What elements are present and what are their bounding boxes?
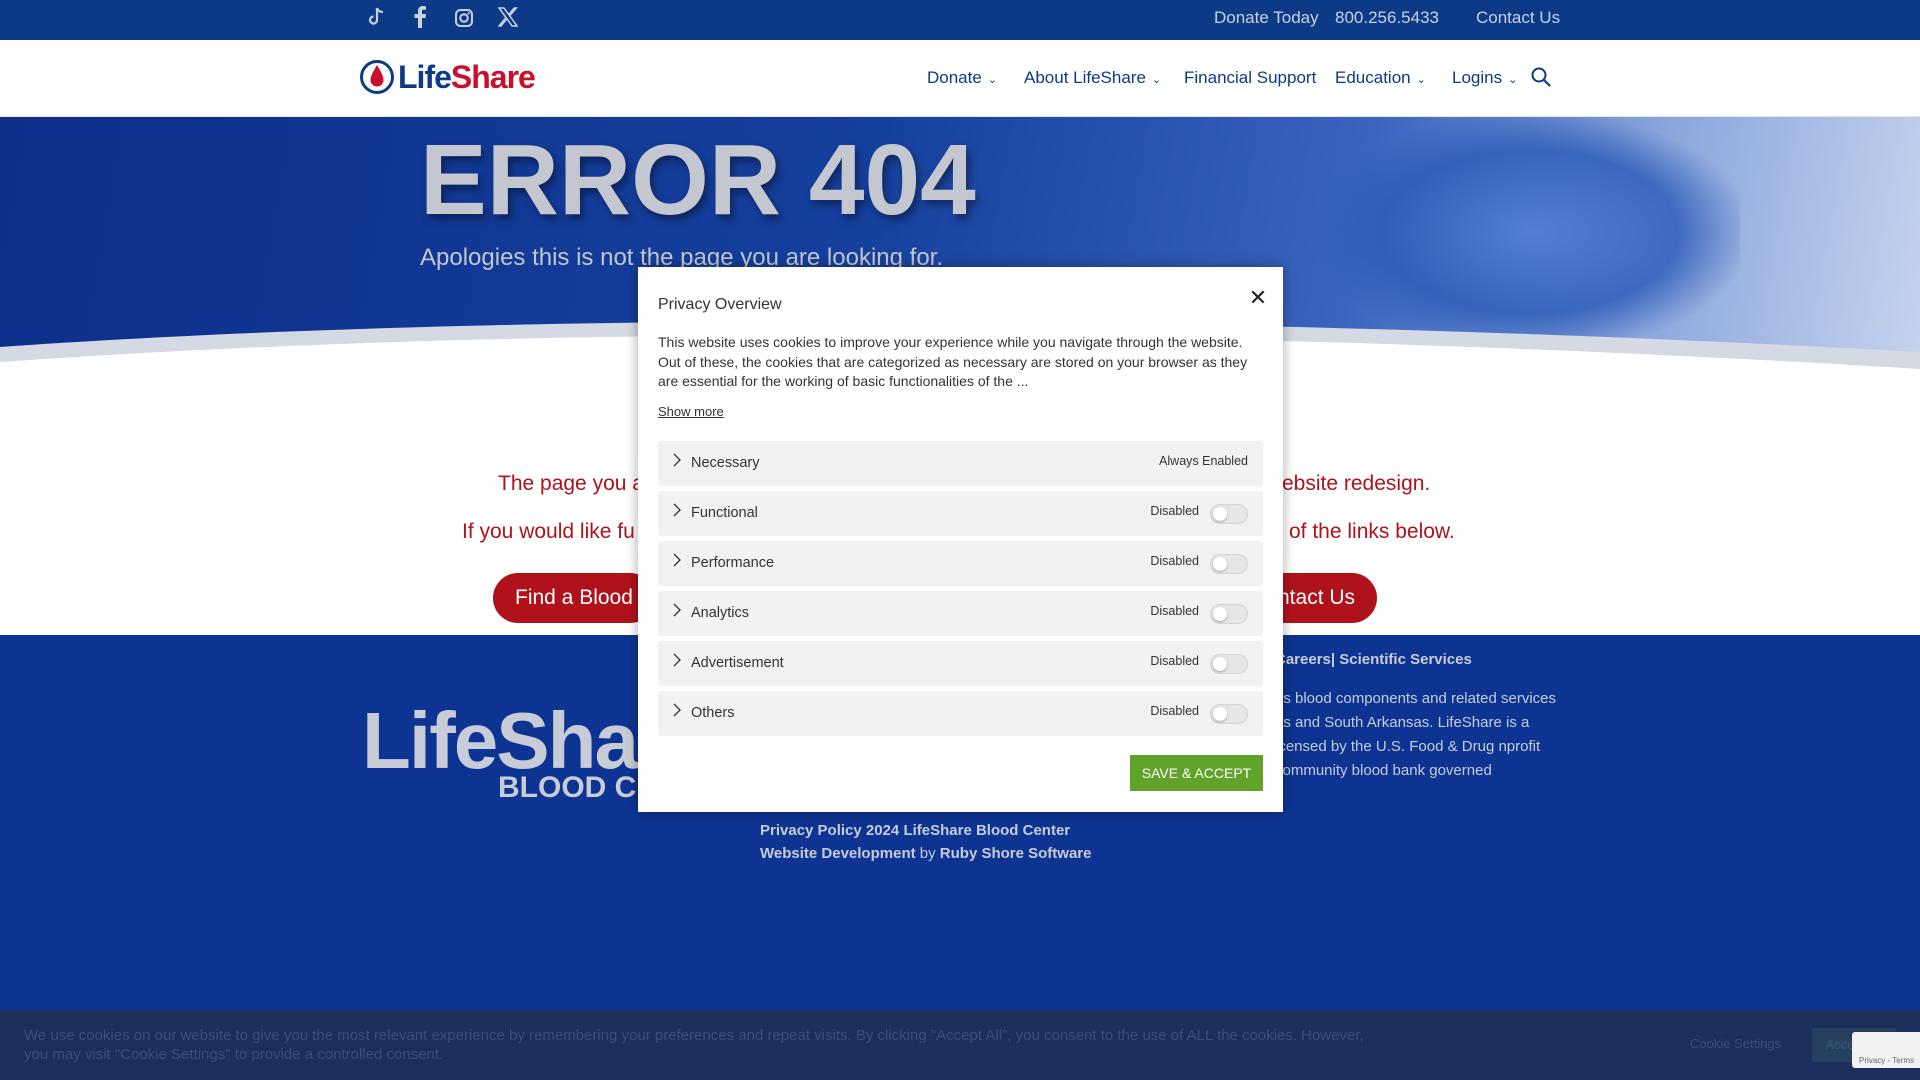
category-status: Disabled — [1150, 504, 1199, 518]
category-status: Disabled — [1150, 704, 1199, 718]
category-status: Disabled — [1150, 654, 1199, 668]
chevron-right-icon — [673, 703, 683, 721]
performance-toggle[interactable] — [1210, 554, 1248, 574]
category-label: Analytics — [691, 605, 750, 621]
chevron-right-icon — [673, 453, 683, 471]
category-advertisement[interactable]: Advertisement Disabled — [658, 641, 1263, 686]
category-label: Performance — [691, 555, 775, 571]
category-label: Advertisement — [691, 655, 784, 671]
chevron-right-icon — [673, 653, 683, 671]
category-label: Functional — [691, 505, 758, 521]
toggle-knob — [1213, 657, 1227, 671]
chevron-right-icon — [673, 603, 683, 621]
category-others[interactable]: Others Disabled — [658, 691, 1263, 736]
category-functional[interactable]: Functional Disabled — [658, 491, 1263, 536]
toggle-knob — [1213, 557, 1227, 571]
chevron-right-icon — [673, 553, 683, 571]
toggle-knob — [1213, 707, 1227, 721]
modal-description: This website uses cookies to improve you… — [658, 334, 1248, 389]
advertisement-toggle[interactable] — [1210, 654, 1248, 674]
others-toggle[interactable] — [1210, 704, 1248, 724]
category-label: Necessary — [691, 455, 760, 471]
category-performance[interactable]: Performance Disabled — [658, 541, 1263, 586]
modal-title: Privacy Overview — [658, 296, 782, 313]
analytics-toggle[interactable] — [1210, 604, 1248, 624]
chevron-right-icon — [673, 503, 683, 521]
save-accept-button[interactable]: SAVE & ACCEPT — [1130, 755, 1263, 791]
close-icon[interactable]: ✕ — [1248, 288, 1268, 310]
category-necessary[interactable]: Necessary Always Enabled — [658, 441, 1263, 486]
show-more-link[interactable]: Show more — [658, 404, 724, 419]
category-status: Disabled — [1150, 604, 1199, 618]
category-status: Disabled — [1150, 554, 1199, 568]
privacy-overview-modal: Privacy Overview ✕ This website uses coo… — [638, 267, 1283, 812]
category-status: Always Enabled — [1159, 454, 1248, 468]
toggle-knob — [1213, 507, 1227, 521]
toggle-knob — [1213, 607, 1227, 621]
category-analytics[interactable]: Analytics Disabled — [658, 591, 1263, 636]
functional-toggle[interactable] — [1210, 504, 1248, 524]
category-label: Others — [691, 705, 735, 721]
